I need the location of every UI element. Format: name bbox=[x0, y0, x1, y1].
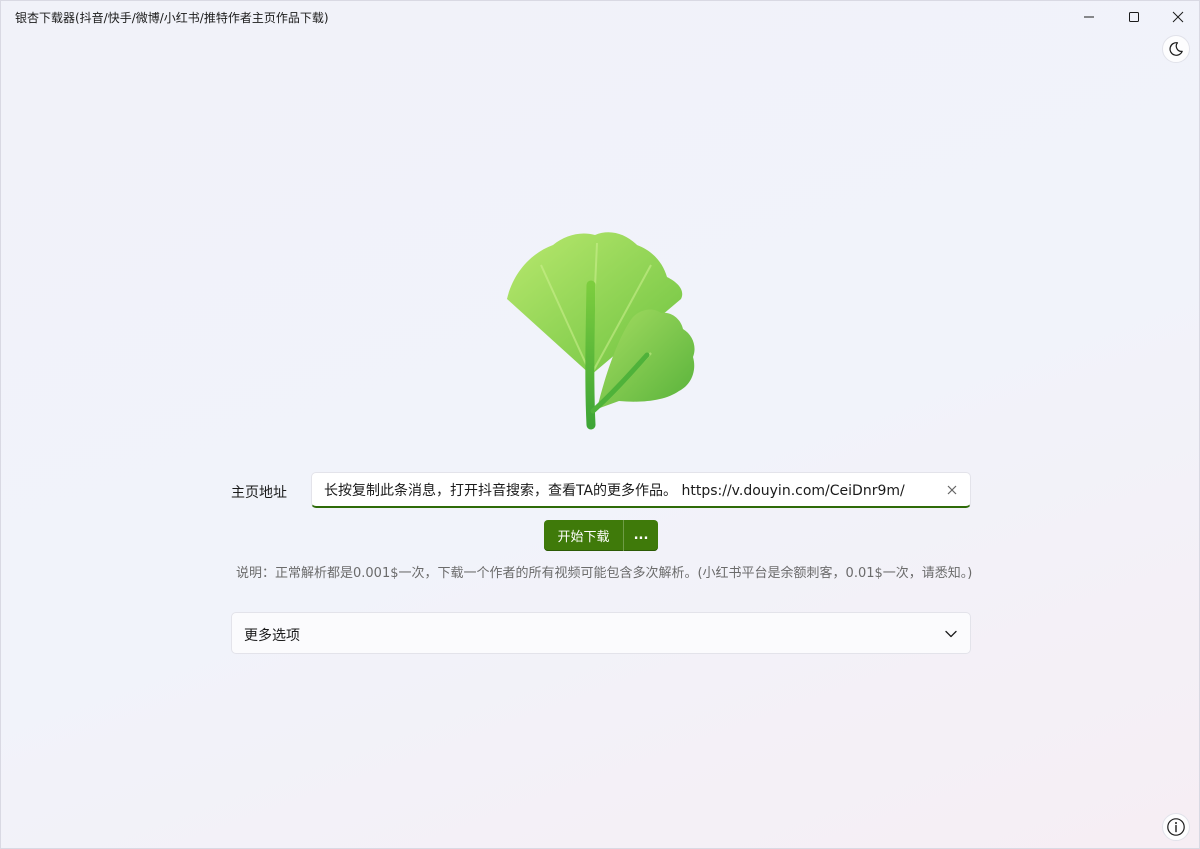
close-icon bbox=[947, 485, 957, 495]
minimize-button[interactable] bbox=[1066, 1, 1112, 33]
url-field[interactable] bbox=[311, 472, 971, 508]
window-title: 银杏下载器(抖音/快手/微博/小红书/推特作者主页作品下载) bbox=[15, 11, 329, 25]
moon-icon bbox=[1169, 42, 1183, 56]
download-split-button: 开始下载 ... bbox=[544, 520, 658, 551]
more-options-label: 更多选项 bbox=[244, 628, 300, 644]
close-icon bbox=[1172, 11, 1184, 23]
title-bar[interactable]: 银杏下载器(抖音/快手/微博/小红书/推特作者主页作品下载) bbox=[1, 1, 1199, 33]
chevron-down-icon bbox=[945, 630, 957, 638]
clear-url-button[interactable] bbox=[944, 482, 960, 498]
info-button[interactable] bbox=[1162, 813, 1190, 841]
ginkgo-leaf-logo bbox=[507, 232, 695, 430]
maximize-button[interactable] bbox=[1111, 1, 1157, 33]
more-actions-button[interactable]: ... bbox=[624, 520, 658, 551]
info-icon bbox=[1167, 818, 1185, 836]
minimize-icon bbox=[1084, 16, 1094, 18]
url-input[interactable] bbox=[324, 473, 934, 506]
url-label: 主页地址 bbox=[231, 485, 287, 501]
app-window: 银杏下载器(抖音/快手/微博/小红书/推特作者主页作品下载) 主页地址 长按复制… bbox=[0, 0, 1200, 849]
theme-toggle-button[interactable] bbox=[1162, 35, 1190, 63]
pricing-note: 说明：正常解析都是0.001$一次，下载一个作者的所有视频可能包含多次解析。(小… bbox=[236, 566, 973, 581]
close-window-button[interactable] bbox=[1155, 1, 1200, 33]
more-options-expander[interactable]: 更多选项 bbox=[231, 612, 971, 654]
start-download-button[interactable]: 开始下载 bbox=[544, 520, 623, 551]
maximize-icon bbox=[1129, 12, 1139, 22]
